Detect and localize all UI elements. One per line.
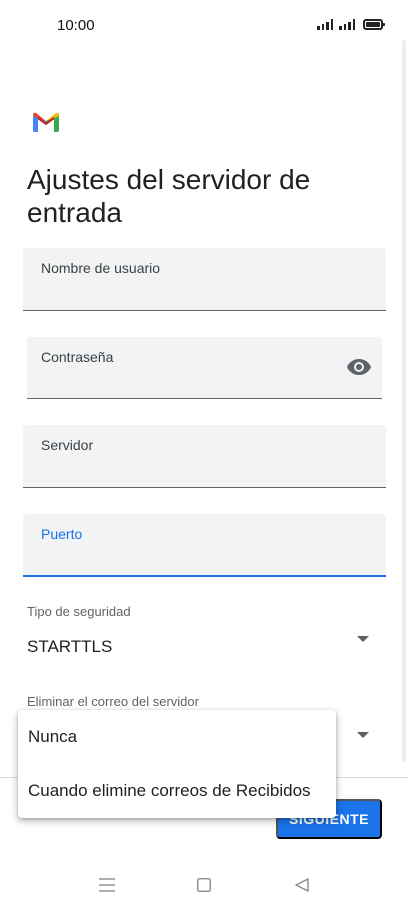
username-label: Nombre de usuario <box>41 260 161 276</box>
menu-icon[interactable] <box>99 878 115 892</box>
signal-icon <box>339 19 355 30</box>
signal-icon <box>317 19 333 30</box>
menu-item-never[interactable]: Nunca <box>18 710 336 764</box>
port-label: Puerto <box>41 526 83 542</box>
eye-icon[interactable] <box>346 357 372 377</box>
gmail-logo <box>33 112 59 132</box>
status-time: 10:00 <box>57 17 95 34</box>
nav-bar <box>0 860 409 910</box>
status-icons <box>317 19 385 30</box>
port-field[interactable]: Puerto <box>23 514 386 577</box>
page-title: Ajustes del servidor de entrada <box>27 164 311 228</box>
status-bar: 10:00 <box>0 0 409 50</box>
password-field[interactable]: Contraseña <box>27 337 382 399</box>
scrollbar[interactable] <box>402 40 406 762</box>
back-icon[interactable] <box>295 878 309 892</box>
password-label: Contraseña <box>41 349 114 365</box>
username-field[interactable]: Nombre de usuario <box>23 248 386 311</box>
menu-item-on-delete-inbox[interactable]: Cuando elimine correos de Recibidos <box>18 764 336 818</box>
server-label: Servidor <box>41 437 94 453</box>
security-type-label: Tipo de seguridad <box>27 604 131 619</box>
dropdown-menu: Nunca Cuando elimine correos de Recibido… <box>18 710 336 818</box>
server-field[interactable]: Servidor <box>23 425 386 488</box>
battery-icon <box>363 19 385 30</box>
delete-from-server-label: Eliminar el correo del servidor <box>27 694 199 709</box>
chevron-down-icon[interactable] <box>357 636 369 642</box>
security-type-select[interactable]: STARTTLS <box>27 637 112 657</box>
chevron-down-icon[interactable] <box>357 732 369 738</box>
home-icon[interactable] <box>197 878 211 892</box>
